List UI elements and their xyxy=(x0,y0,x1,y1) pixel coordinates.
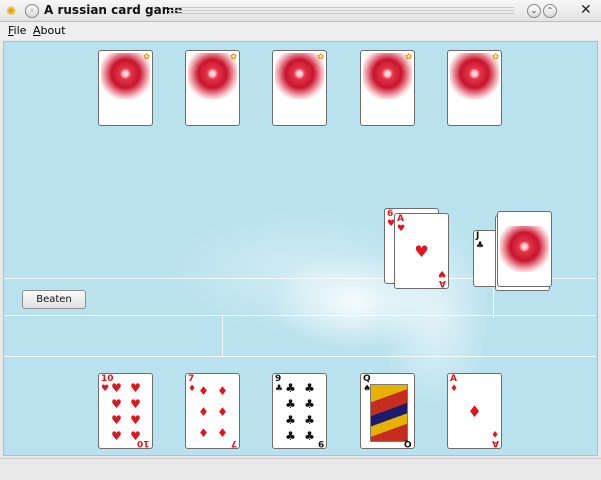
player-card[interactable]: 7 ♦ ♦ ♦ ♦ ♦ ♦ ♦ 7 xyxy=(185,373,240,449)
window-menu-button[interactable]: ◦ xyxy=(25,4,39,18)
status-bar xyxy=(0,458,601,480)
opponent-card: ✿ xyxy=(272,50,327,126)
game-table: ✿ ✿ ✿ ✿ ✿ 6 ♥ A ♥ ♥ A ♥ J ♣ Beaten 10 ♥ … xyxy=(3,41,598,456)
card-rank: J xyxy=(476,231,480,241)
table-divider xyxy=(222,315,223,357)
defense-card[interactable]: A ♥ ♥ A ♥ xyxy=(394,213,449,289)
menu-file[interactable]: File xyxy=(8,24,26,37)
card-rank: Q xyxy=(363,374,371,384)
card-suit: ♥ xyxy=(437,268,446,278)
beaten-button[interactable]: Beaten xyxy=(22,290,86,309)
opponent-card: ✿ xyxy=(447,50,502,126)
card-rank: 7 xyxy=(230,438,237,448)
card-pips: ♣ ♣ ♣ ♣ ♣ ♣ ♣ ♣ xyxy=(285,381,315,443)
opponent-card: ✿ xyxy=(185,50,240,126)
window-title: A russian card game xyxy=(44,3,183,17)
opponent-card: ✿ xyxy=(98,50,153,126)
card-rank: A xyxy=(492,438,499,448)
queen-portrait xyxy=(370,384,408,442)
card-pips: ♥ ♥ ♥ ♥ ♥ ♥ ♥ ♥ xyxy=(111,381,141,443)
maximize-button[interactable]: ⌃ xyxy=(543,4,557,18)
player-card[interactable]: Q ♠ Q xyxy=(360,373,415,449)
player-card[interactable]: A ♦ ♦ A ♦ xyxy=(447,373,502,449)
card-suit: ♦ xyxy=(490,428,499,438)
card-rank: 9 xyxy=(317,438,324,448)
card-suit: ♣ xyxy=(476,241,485,251)
deck-top-card[interactable] xyxy=(497,211,552,287)
title-bar: ✺ ◦ A russian card game ⌄ ⌃ ✕ xyxy=(0,0,601,22)
close-button[interactable]: ✕ xyxy=(580,2,592,18)
app-icon: ✺ xyxy=(6,4,17,18)
card-rank: A xyxy=(439,278,446,288)
card-pips: ♦ ♦ ♦ ♦ ♦ ♦ xyxy=(198,383,228,441)
table-divider xyxy=(4,356,596,357)
card-rank: 10 xyxy=(137,438,150,448)
menu-bar: File About xyxy=(0,22,601,40)
player-card[interactable]: 9 ♣ ♣ ♣ ♣ ♣ ♣ ♣ ♣ ♣ 9 xyxy=(272,373,327,449)
player-card[interactable]: 10 ♥ ♥ ♥ ♥ ♥ ♥ ♥ ♥ ♥ 10 xyxy=(98,373,153,449)
card-rank: 6 xyxy=(387,209,394,219)
card-rank: Q xyxy=(404,438,412,448)
title-bar-grip xyxy=(168,7,514,15)
table-divider xyxy=(4,315,596,316)
minimize-button[interactable]: ⌄ xyxy=(527,4,541,18)
menu-about[interactable]: About xyxy=(33,24,66,37)
opponent-card: ✿ xyxy=(360,50,415,126)
